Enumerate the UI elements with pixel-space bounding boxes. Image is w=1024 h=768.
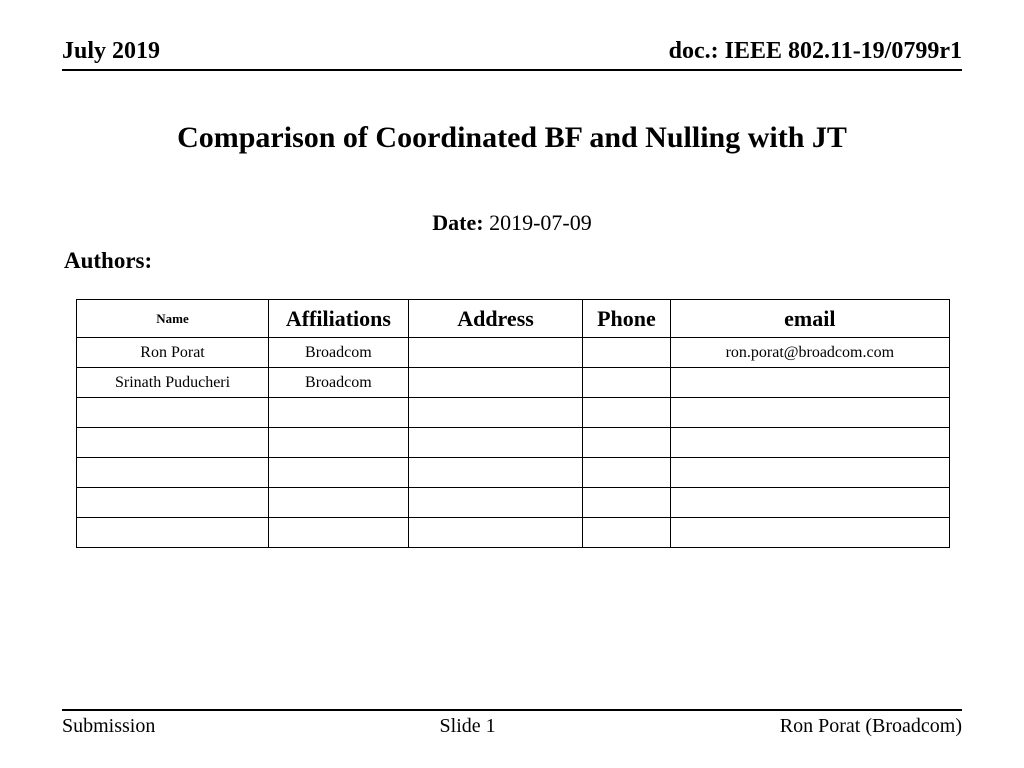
cell-name bbox=[77, 518, 269, 548]
authors-label: Authors: bbox=[64, 248, 962, 274]
cell-phone bbox=[583, 428, 670, 458]
date-label: Date: bbox=[432, 210, 483, 235]
cell-name: Srinath Puducheri bbox=[77, 368, 269, 398]
cell-address bbox=[408, 398, 583, 428]
cell-affiliations bbox=[269, 488, 409, 518]
authors-table: Name Affiliations Address Phone email Ro… bbox=[76, 299, 950, 548]
cell-affiliations bbox=[269, 398, 409, 428]
cell-email bbox=[670, 518, 949, 548]
cell-affiliations bbox=[269, 458, 409, 488]
date-value: 2019-07-09 bbox=[489, 210, 592, 235]
cell-email bbox=[670, 428, 949, 458]
table-row bbox=[77, 458, 950, 488]
footer-right: Ron Porat (Broadcom) bbox=[780, 715, 962, 738]
cell-email: ron.porat@broadcom.com bbox=[670, 338, 949, 368]
cell-phone bbox=[583, 518, 670, 548]
table-row bbox=[77, 488, 950, 518]
table-row: Ron Porat Broadcom ron.porat@broadcom.co… bbox=[77, 338, 950, 368]
col-header-email: email bbox=[670, 300, 949, 338]
cell-phone bbox=[583, 368, 670, 398]
cell-name bbox=[77, 458, 269, 488]
cell-name bbox=[77, 488, 269, 518]
cell-address bbox=[408, 488, 583, 518]
cell-phone bbox=[583, 338, 670, 368]
header-doc-id: doc.: IEEE 802.11-19/0799r1 bbox=[669, 38, 962, 65]
cell-email bbox=[670, 398, 949, 428]
cell-phone bbox=[583, 488, 670, 518]
cell-affiliations: Broadcom bbox=[269, 338, 409, 368]
cell-email bbox=[670, 368, 949, 398]
cell-address bbox=[408, 518, 583, 548]
cell-name bbox=[77, 428, 269, 458]
cell-address bbox=[408, 458, 583, 488]
cell-phone bbox=[583, 398, 670, 428]
footer-bar: Submission Slide 1 Ron Porat (Broadcom) bbox=[62, 709, 962, 738]
cell-email bbox=[670, 458, 949, 488]
cell-name bbox=[77, 398, 269, 428]
date-line: Date: 2019-07-09 bbox=[62, 210, 962, 236]
cell-name: Ron Porat bbox=[77, 338, 269, 368]
cell-affiliations: Broadcom bbox=[269, 368, 409, 398]
col-header-address: Address bbox=[408, 300, 583, 338]
cell-address bbox=[408, 368, 583, 398]
header-bar: July 2019 doc.: IEEE 802.11-19/0799r1 bbox=[62, 38, 962, 71]
page-title: Comparison of Coordinated BF and Nulling… bbox=[62, 121, 962, 155]
col-header-name: Name bbox=[77, 300, 269, 338]
header-date: July 2019 bbox=[62, 38, 160, 65]
cell-address bbox=[408, 338, 583, 368]
table-row bbox=[77, 398, 950, 428]
table-row bbox=[77, 518, 950, 548]
footer-center: Slide 1 bbox=[440, 715, 496, 738]
table-row: Srinath Puducheri Broadcom bbox=[77, 368, 950, 398]
cell-affiliations bbox=[269, 428, 409, 458]
cell-phone bbox=[583, 458, 670, 488]
table-row bbox=[77, 428, 950, 458]
col-header-phone: Phone bbox=[583, 300, 670, 338]
col-header-affiliations: Affiliations bbox=[269, 300, 409, 338]
table-header-row: Name Affiliations Address Phone email bbox=[77, 300, 950, 338]
cell-address bbox=[408, 428, 583, 458]
footer-left: Submission bbox=[62, 715, 155, 738]
cell-affiliations bbox=[269, 518, 409, 548]
cell-email bbox=[670, 488, 949, 518]
